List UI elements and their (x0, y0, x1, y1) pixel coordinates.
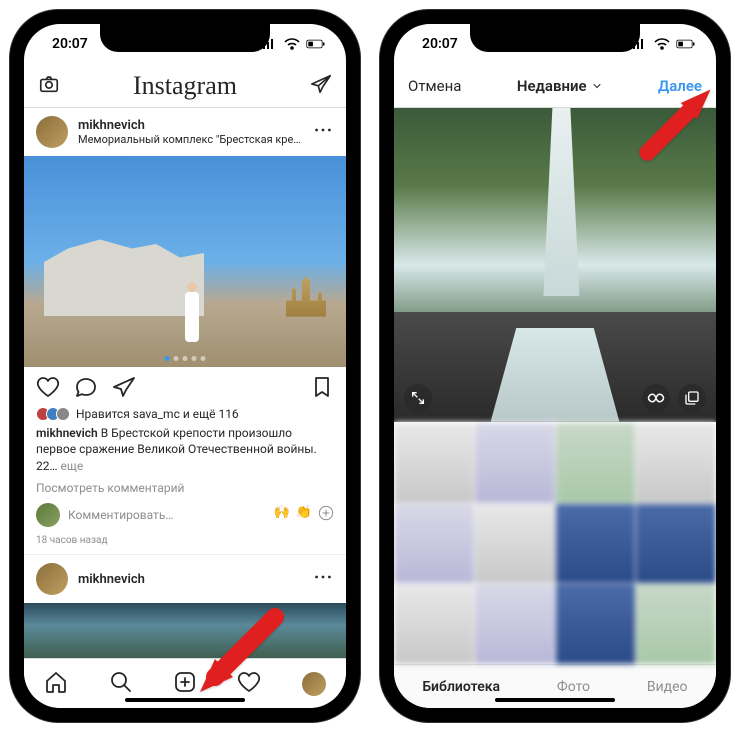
emoji-shortcuts: 🙌 👏 (274, 505, 334, 525)
tab-video[interactable]: Видео (647, 679, 688, 695)
gallery-thumb[interactable] (636, 504, 716, 584)
battery-icon (676, 34, 696, 54)
share-icon[interactable] (112, 375, 136, 403)
heart-icon[interactable] (36, 375, 60, 403)
screen-left: 20:07 Instagram mikhnevich Мемориальный (24, 24, 346, 708)
avatar[interactable] (36, 116, 68, 148)
status-time: 20:07 (52, 36, 88, 52)
emoji-hands[interactable]: 🙌 (274, 505, 290, 525)
wifi-icon (652, 34, 672, 54)
phone-left: 20:07 Instagram mikhnevich Мемориальный (10, 10, 360, 722)
post-actions (24, 367, 346, 407)
tab-photo[interactable]: Фото (557, 679, 590, 695)
boomerang-icon[interactable] (642, 384, 670, 412)
next-button[interactable]: Далее (658, 77, 702, 95)
emoji-clap[interactable]: 👏 (296, 505, 312, 525)
multi-select-icon[interactable] (678, 384, 706, 412)
avatar (36, 503, 60, 527)
timestamp: 18 часов назад (24, 533, 346, 554)
battery-icon (306, 34, 326, 54)
carousel-dots (165, 356, 206, 361)
caption[interactable]: mikhnevich В Брестской крепости произошл… (24, 421, 346, 479)
gallery-thumb[interactable] (394, 423, 474, 503)
post-username[interactable]: mikhnevich (78, 572, 302, 587)
notch (100, 24, 270, 52)
gallery-thumb[interactable] (394, 584, 474, 664)
likes-text: Нравится sava_mc и ещё 116 (76, 407, 239, 421)
bookmark-icon[interactable] (310, 375, 334, 403)
add-post-icon[interactable] (173, 670, 197, 698)
notch (470, 24, 640, 52)
plus-circle-icon[interactable] (318, 505, 334, 525)
more-icon[interactable] (312, 566, 334, 592)
more-icon[interactable] (312, 119, 334, 145)
album-title: Недавние (517, 77, 587, 95)
post-header[interactable]: mikhnevich Мемориальный комплекс "Брестс… (24, 108, 346, 156)
gallery-thumb[interactable] (556, 504, 636, 584)
view-comments[interactable]: Посмотреть комментарий (24, 479, 346, 497)
direct-message-icon[interactable] (310, 73, 332, 99)
post-username[interactable]: mikhnevich (78, 118, 302, 133)
gallery-grid[interactable] (394, 422, 716, 664)
feed[interactable]: mikhnevich Мемориальный комплекс "Брестс… (24, 108, 346, 658)
comment-input[interactable]: Комментировать… (68, 508, 266, 522)
photo-preview[interactable] (394, 108, 716, 422)
picker-header: Отмена Недавние Далее (394, 64, 716, 108)
feed-header: Instagram (24, 64, 346, 108)
camera-icon[interactable] (38, 73, 60, 99)
instagram-logo[interactable]: Instagram (133, 71, 237, 101)
gallery-thumb[interactable] (556, 584, 636, 664)
gallery-thumb[interactable] (636, 584, 716, 664)
gallery-thumb[interactable] (475, 423, 555, 503)
home-indicator[interactable] (125, 698, 245, 702)
gallery-thumb[interactable] (475, 504, 555, 584)
status-time: 20:07 (422, 36, 458, 52)
screen-right: 20:07 Отмена Недавние Далее (394, 24, 716, 708)
wifi-icon (282, 34, 302, 54)
tab-library[interactable]: Библиотека (422, 679, 500, 695)
chevron-down-icon (591, 80, 603, 92)
likes-row[interactable]: Нравится sava_mc и ещё 116 (24, 407, 346, 421)
home-indicator[interactable] (495, 698, 615, 702)
cancel-button[interactable]: Отмена (408, 77, 461, 95)
gallery-thumb[interactable] (475, 584, 555, 664)
caption-username[interactable]: mikhnevich (36, 426, 98, 440)
next-post-header[interactable]: mikhnevich (24, 554, 346, 603)
gallery-thumb[interactable] (394, 504, 474, 584)
home-icon[interactable] (44, 670, 68, 698)
like-avatars (36, 407, 70, 421)
caption-more[interactable]: еще (61, 459, 84, 473)
next-post-image[interactable] (24, 603, 346, 658)
phone-right: 20:07 Отмена Недавние Далее (380, 10, 730, 722)
gallery-thumb[interactable] (556, 423, 636, 503)
post-image[interactable] (24, 156, 346, 367)
search-icon[interactable] (109, 670, 133, 698)
gallery-thumb[interactable] (636, 423, 716, 503)
activity-icon[interactable] (237, 670, 261, 698)
expand-icon[interactable] (404, 384, 432, 412)
profile-avatar[interactable] (302, 672, 326, 696)
comment-icon[interactable] (74, 375, 98, 403)
album-selector[interactable]: Недавние (517, 77, 603, 95)
post-location[interactable]: Мемориальный комплекс "Брестская крепост… (78, 133, 302, 146)
comment-input-row: Комментировать… 🙌 👏 (24, 497, 346, 533)
avatar[interactable] (36, 563, 68, 595)
